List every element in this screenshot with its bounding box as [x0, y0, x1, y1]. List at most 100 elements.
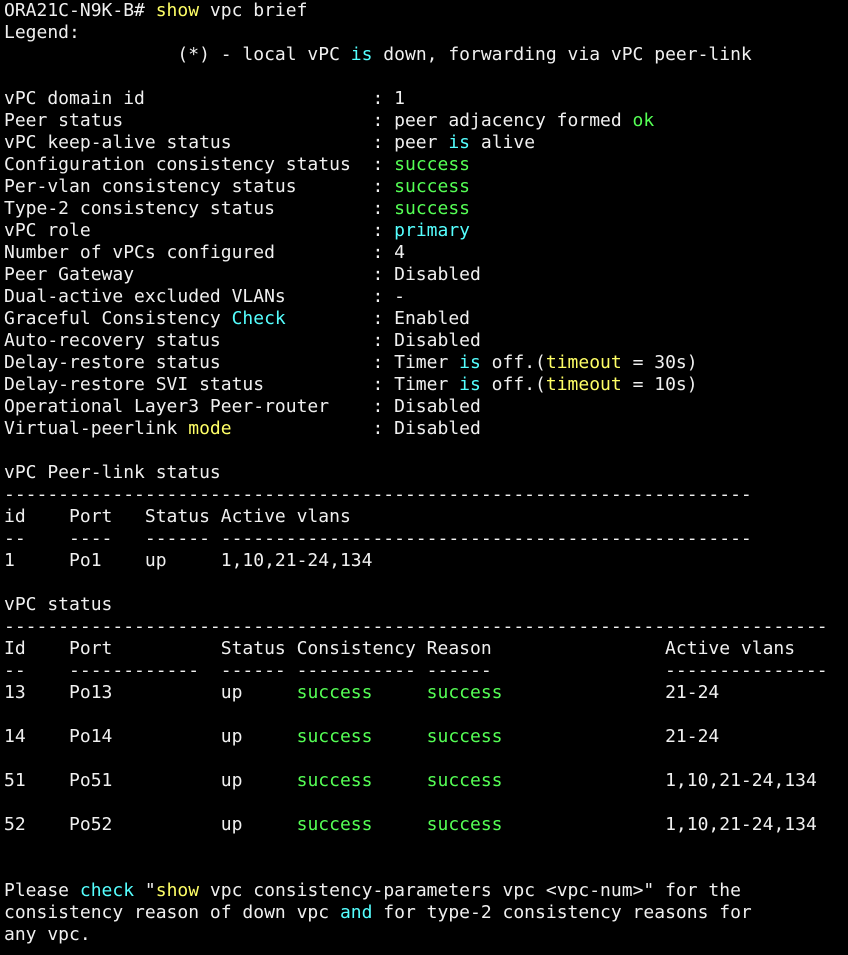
- terminal-line: ----------------------------------------…: [4, 616, 848, 638]
- terminal-line: Id Port Status Consistency Reason Active…: [4, 638, 848, 660]
- terminal-line: vPC role : primary: [4, 220, 848, 242]
- terminal-text: show: [155, 0, 200, 21]
- terminal-text: ----------------------------------------…: [4, 616, 828, 637]
- terminal-text: is: [459, 374, 481, 395]
- terminal-text: success: [394, 176, 470, 197]
- terminal-text: is: [350, 44, 373, 65]
- terminal-text: success: [296, 726, 373, 747]
- terminal-line: Dual-active excluded VLANs : -: [4, 286, 848, 308]
- terminal-text: timeout: [545, 352, 622, 373]
- terminal-line: Per-vlan consistency status : success: [4, 176, 848, 198]
- terminal-text: alive: [470, 132, 536, 153]
- terminal-text: Peer Gateway : Disabled: [4, 264, 481, 285]
- terminal-text: check: [79, 880, 135, 901]
- terminal-text: = 30s): [621, 352, 698, 373]
- terminal-text: 52 Po52 up: [4, 814, 297, 835]
- terminal-text: Type-2 consistency status :: [4, 198, 395, 219]
- terminal-text: -- ------------ ------ ----------- -----…: [4, 660, 828, 681]
- terminal-text: success: [426, 814, 503, 835]
- terminal-text: any vpc.: [4, 924, 91, 945]
- terminal-text: 13 Po13 up: [4, 682, 297, 703]
- terminal-line: Auto-recovery status : Disabled: [4, 330, 848, 352]
- terminal-text: success: [394, 198, 470, 219]
- terminal-text: Please: [4, 880, 80, 901]
- terminal-text: Id Port Status Consistency Reason Active…: [4, 638, 796, 659]
- terminal-text: 21-24: [502, 726, 720, 747]
- terminal-text: Configuration consistency status :: [4, 154, 395, 175]
- terminal-text: vPC Peer-link status: [4, 462, 221, 483]
- terminal-text: Check: [231, 308, 286, 329]
- terminal-text: success: [394, 154, 470, 175]
- terminal-text: is: [459, 352, 481, 373]
- terminal-text: Legend:: [4, 22, 80, 43]
- terminal-text: show: [155, 880, 200, 901]
- terminal-text: for type-2 consistency reasons for: [372, 902, 752, 923]
- terminal-text: is: [448, 132, 471, 153]
- terminal-text: vPC status: [4, 594, 113, 615]
- terminal-line: Please check "show vpc consistency-param…: [4, 880, 848, 902]
- terminal-line: Type-2 consistency status : success: [4, 198, 848, 220]
- terminal-line: Peer status : peer adjacency formed ok: [4, 110, 848, 132]
- terminal-text: vpc brief: [199, 0, 308, 21]
- terminal-line: vPC Peer-link status: [4, 462, 848, 484]
- terminal-line: 51 Po51 up success success 1,10,21-24,13…: [4, 770, 848, 792]
- terminal-line: Graceful Consistency Check : Enabled: [4, 308, 848, 330]
- terminal-text: 21-24: [502, 682, 720, 703]
- terminal-text: = 10s): [621, 374, 698, 395]
- terminal-text: ": [134, 880, 156, 901]
- terminal-text: 1 Po1 up 1,10,21-24,134: [4, 550, 373, 571]
- terminal-text: success: [296, 770, 373, 791]
- terminal-text: off.(: [480, 374, 546, 395]
- terminal-text: down, forwarding via vPC peer-link: [372, 44, 752, 65]
- terminal-line: Peer Gateway : Disabled: [4, 264, 848, 286]
- terminal-text: 51 Po51 up: [4, 770, 297, 791]
- terminal-text: success: [426, 726, 503, 747]
- terminal-line: vPC status: [4, 594, 848, 616]
- terminal-text: 1,10,21-24,134: [502, 814, 817, 835]
- terminal-window[interactable]: ORA21C-N9K-B# show vpc brief Legend: (*) …: [0, 0, 848, 955]
- terminal-line: -- ---- ------ -------------------------…: [4, 528, 848, 550]
- terminal-text: Number of vPCs configured : 4: [4, 242, 405, 263]
- terminal-text: -- ---- ------ -------------------------…: [4, 528, 752, 549]
- terminal-text: : Enabled: [285, 308, 470, 329]
- terminal-text: consistency reason of down vpc: [4, 902, 340, 923]
- terminal-line: Virtual-peerlink mode : Disabled: [4, 418, 848, 440]
- terminal-line: vPC domain id : 1: [4, 88, 848, 110]
- terminal-line: any vpc.: [4, 924, 848, 946]
- terminal-text: vPC keep-alive status : peer: [4, 132, 449, 153]
- terminal-text: Auto-recovery status : Disabled: [4, 330, 481, 351]
- terminal-text: vpc consistency-parameters vpc <vpc-num>…: [199, 880, 741, 901]
- terminal-line: Legend:: [4, 22, 848, 44]
- terminal-text: ----------------------------------------…: [4, 484, 752, 505]
- terminal-line: id Port Status Active vlans: [4, 506, 848, 528]
- terminal-line: Operational Layer3 Peer-router : Disable…: [4, 396, 848, 418]
- terminal-text: 14 Po14 up: [4, 726, 297, 747]
- terminal-text: off.(: [480, 352, 546, 373]
- terminal-text: Delay-restore SVI status : Timer: [4, 374, 460, 395]
- terminal-line: (*) - local vPC is down, forwarding via …: [4, 44, 848, 66]
- terminal-text: ok: [632, 110, 655, 131]
- terminal-line: Configuration consistency status : succe…: [4, 154, 848, 176]
- terminal-text: Peer status : peer adjacency formed: [4, 110, 633, 131]
- terminal-line: 13 Po13 up success success 21-24: [4, 682, 848, 704]
- terminal-line: consistency reason of down vpc and for t…: [4, 902, 848, 924]
- terminal-line: ORA21C-N9K-B# show vpc brief: [4, 0, 848, 22]
- terminal-text: ORA21C-N9K-B#: [4, 0, 156, 21]
- terminal-text: and: [339, 902, 373, 923]
- terminal-line: Number of vPCs configured : 4: [4, 242, 848, 264]
- terminal-text: Graceful Consistency: [4, 308, 232, 329]
- terminal-text: success: [296, 814, 373, 835]
- terminal-text: primary: [394, 220, 470, 241]
- terminal-text: success: [296, 682, 373, 703]
